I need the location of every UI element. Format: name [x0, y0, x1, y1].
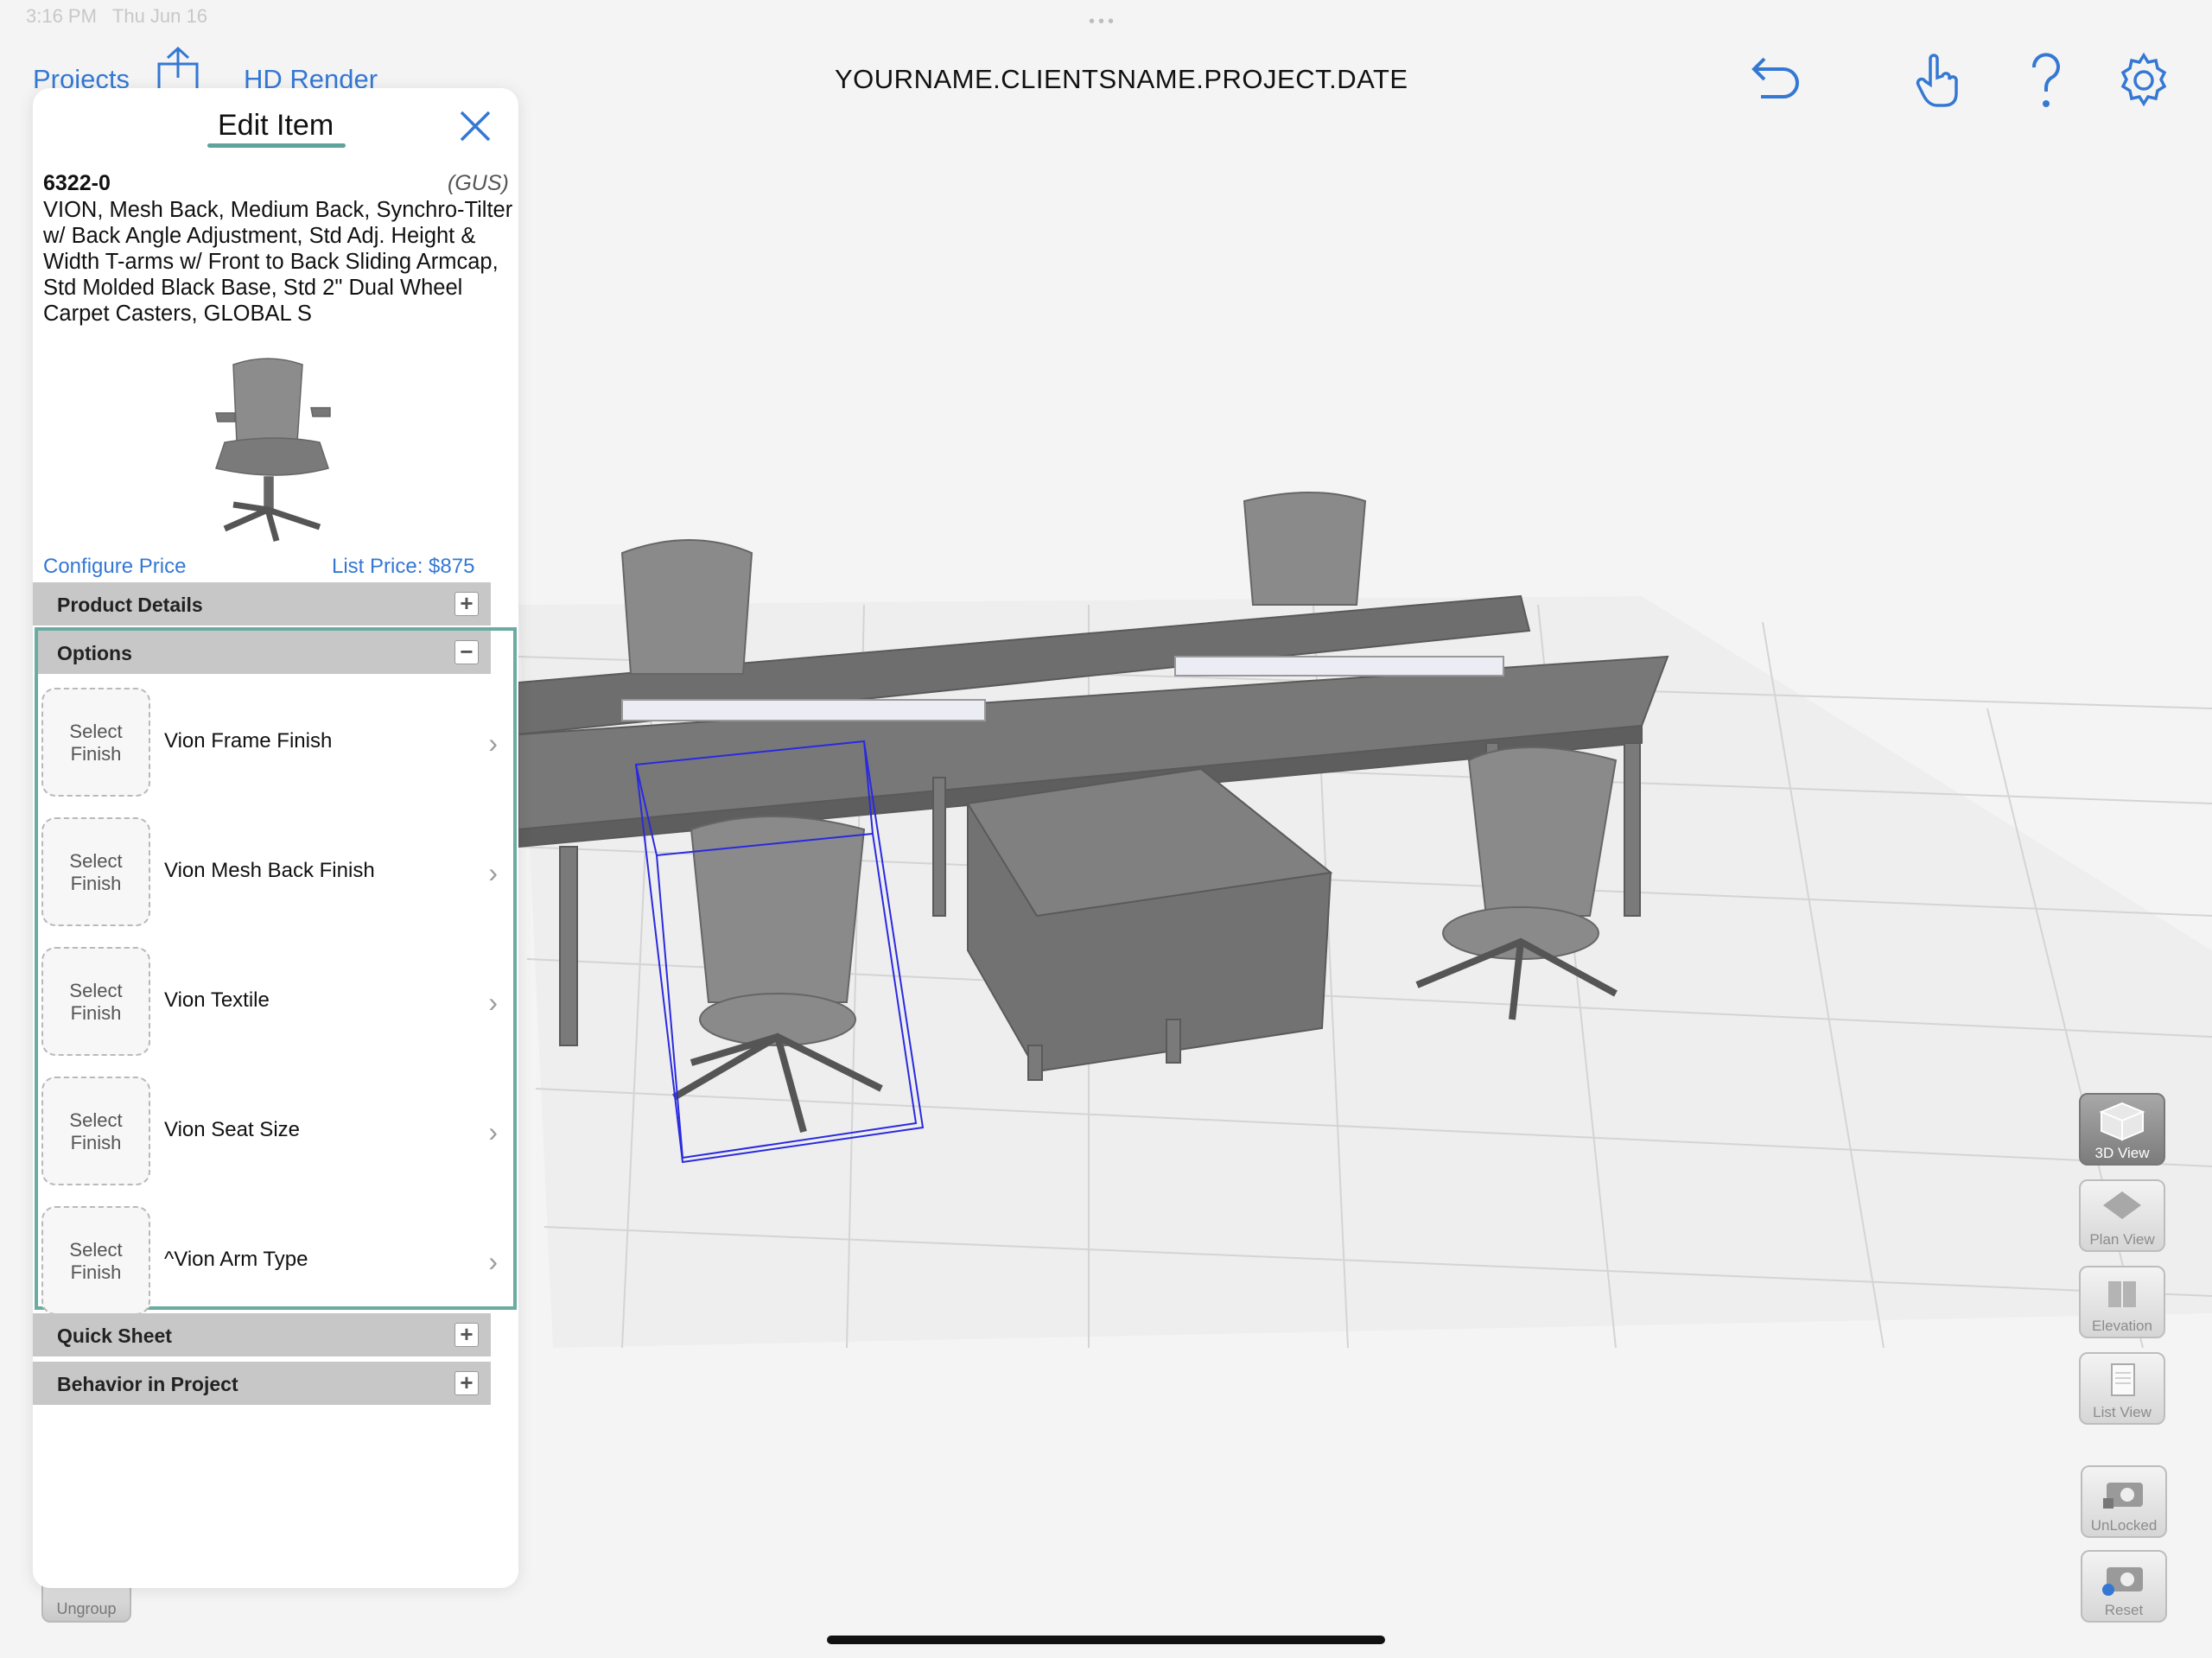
- elevation-label: Elevation: [2092, 1318, 2152, 1334]
- help-icon[interactable]: [2020, 50, 2081, 111]
- plan-icon: [2103, 1191, 2141, 1219]
- unlocked-button[interactable]: UnLocked: [2081, 1465, 2167, 1538]
- collapse-minus-icon[interactable]: −: [454, 640, 479, 664]
- status-date: Thu Jun 16: [111, 5, 207, 27]
- behavior-label: Behavior in Project: [57, 1373, 238, 1395]
- product-details-label: Product Details: [57, 594, 203, 616]
- edit-item-panel: Edit Item 6322-0 (GUS) VION, Mesh Back, …: [33, 88, 518, 1588]
- option-row[interactable]: Select Finish Vion Textile ›: [38, 937, 505, 1066]
- chevron-right-icon: ›: [488, 987, 498, 1018]
- option-label: Vion Frame Finish: [164, 729, 333, 753]
- title-underline: [207, 143, 346, 148]
- configure-price-link[interactable]: Configure Price: [43, 555, 186, 579]
- 3d-view-button[interactable]: 3D View: [2079, 1093, 2165, 1166]
- list-price: List Price: $875: [332, 555, 475, 578]
- chevron-right-icon: ›: [488, 1246, 498, 1277]
- options-header[interactable]: Options −: [38, 631, 491, 674]
- expand-plus-icon[interactable]: +: [454, 1323, 479, 1347]
- plan-view-button[interactable]: Plan View: [2079, 1179, 2165, 1252]
- chevron-right-icon: ›: [488, 857, 498, 888]
- reset-button[interactable]: Reset: [2081, 1550, 2167, 1623]
- home-indicator[interactable]: [827, 1636, 1385, 1644]
- elevation-icon: [2108, 1281, 2136, 1307]
- finish-swatch[interactable]: Select Finish: [41, 688, 150, 797]
- multitask-dots-icon[interactable]: •••: [1089, 12, 1117, 32]
- quick-sheet-label: Quick Sheet: [57, 1324, 172, 1347]
- option-label: Vion Mesh Back Finish: [164, 859, 375, 882]
- expand-plus-icon[interactable]: +: [454, 1371, 479, 1395]
- options-label: Options: [57, 642, 132, 664]
- finish-swatch[interactable]: Select Finish: [41, 1077, 150, 1185]
- plan-view-label: Plan View: [2089, 1231, 2155, 1248]
- status-time: 3:16 PM: [26, 5, 97, 27]
- gear-icon[interactable]: [2113, 50, 2174, 111]
- list-view-button[interactable]: List View: [2079, 1352, 2165, 1425]
- close-icon[interactable]: [456, 107, 494, 145]
- option-label: Vion Textile: [164, 988, 270, 1012]
- option-row[interactable]: Select Finish Vion Seat Size ›: [38, 1066, 505, 1196]
- item-brand: (GUS): [448, 171, 509, 195]
- panel-title: Edit Item: [218, 109, 334, 142]
- chevron-right-icon: ›: [488, 727, 498, 759]
- list-view-label: List View: [2093, 1404, 2152, 1420]
- chevron-right-icon: ›: [488, 1116, 498, 1147]
- cube-icon: [2099, 1102, 2145, 1141]
- product-thumbnail: [207, 347, 363, 546]
- finish-swatch[interactable]: Select Finish: [41, 817, 150, 926]
- 3d-view-label: 3D View: [2094, 1145, 2150, 1161]
- quick-sheet-section[interactable]: Quick Sheet +: [33, 1313, 491, 1356]
- project-title: YOURNAME.CLIENTSNAME.PROJECT.DATE: [835, 64, 1408, 94]
- hand-pointer-icon[interactable]: [1910, 50, 1970, 111]
- finish-swatch[interactable]: Select Finish: [41, 1206, 150, 1315]
- option-row[interactable]: Select Finish Vion Frame Finish ›: [38, 677, 505, 807]
- option-row[interactable]: Select Finish ^Vion Arm Type ›: [38, 1196, 505, 1325]
- camera-unlock-icon: [2103, 1483, 2143, 1509]
- status-bar: 3:16 PM Thu Jun 16: [26, 5, 207, 28]
- product-details-section[interactable]: Product Details +: [33, 582, 491, 626]
- elevation-button[interactable]: Elevation: [2079, 1266, 2165, 1338]
- item-description: VION, Mesh Back, Medium Back, Synchro-Ti…: [43, 198, 513, 326]
- behavior-section[interactable]: Behavior in Project +: [33, 1362, 491, 1405]
- option-label: ^Vion Arm Type: [164, 1248, 308, 1271]
- reset-label: Reset: [2104, 1602, 2144, 1618]
- item-sku: 6322-0: [43, 171, 111, 195]
- option-row[interactable]: Select Finish Vion Mesh Back Finish ›: [38, 807, 505, 937]
- document-icon: [2111, 1363, 2135, 1396]
- finish-swatch[interactable]: Select Finish: [41, 947, 150, 1056]
- expand-plus-icon[interactable]: +: [454, 592, 479, 616]
- undo-icon[interactable]: [1745, 50, 1806, 111]
- option-label: Vion Seat Size: [164, 1118, 300, 1141]
- unlocked-label: UnLocked: [2090, 1517, 2158, 1534]
- camera-reset-icon: [2102, 1567, 2143, 1596]
